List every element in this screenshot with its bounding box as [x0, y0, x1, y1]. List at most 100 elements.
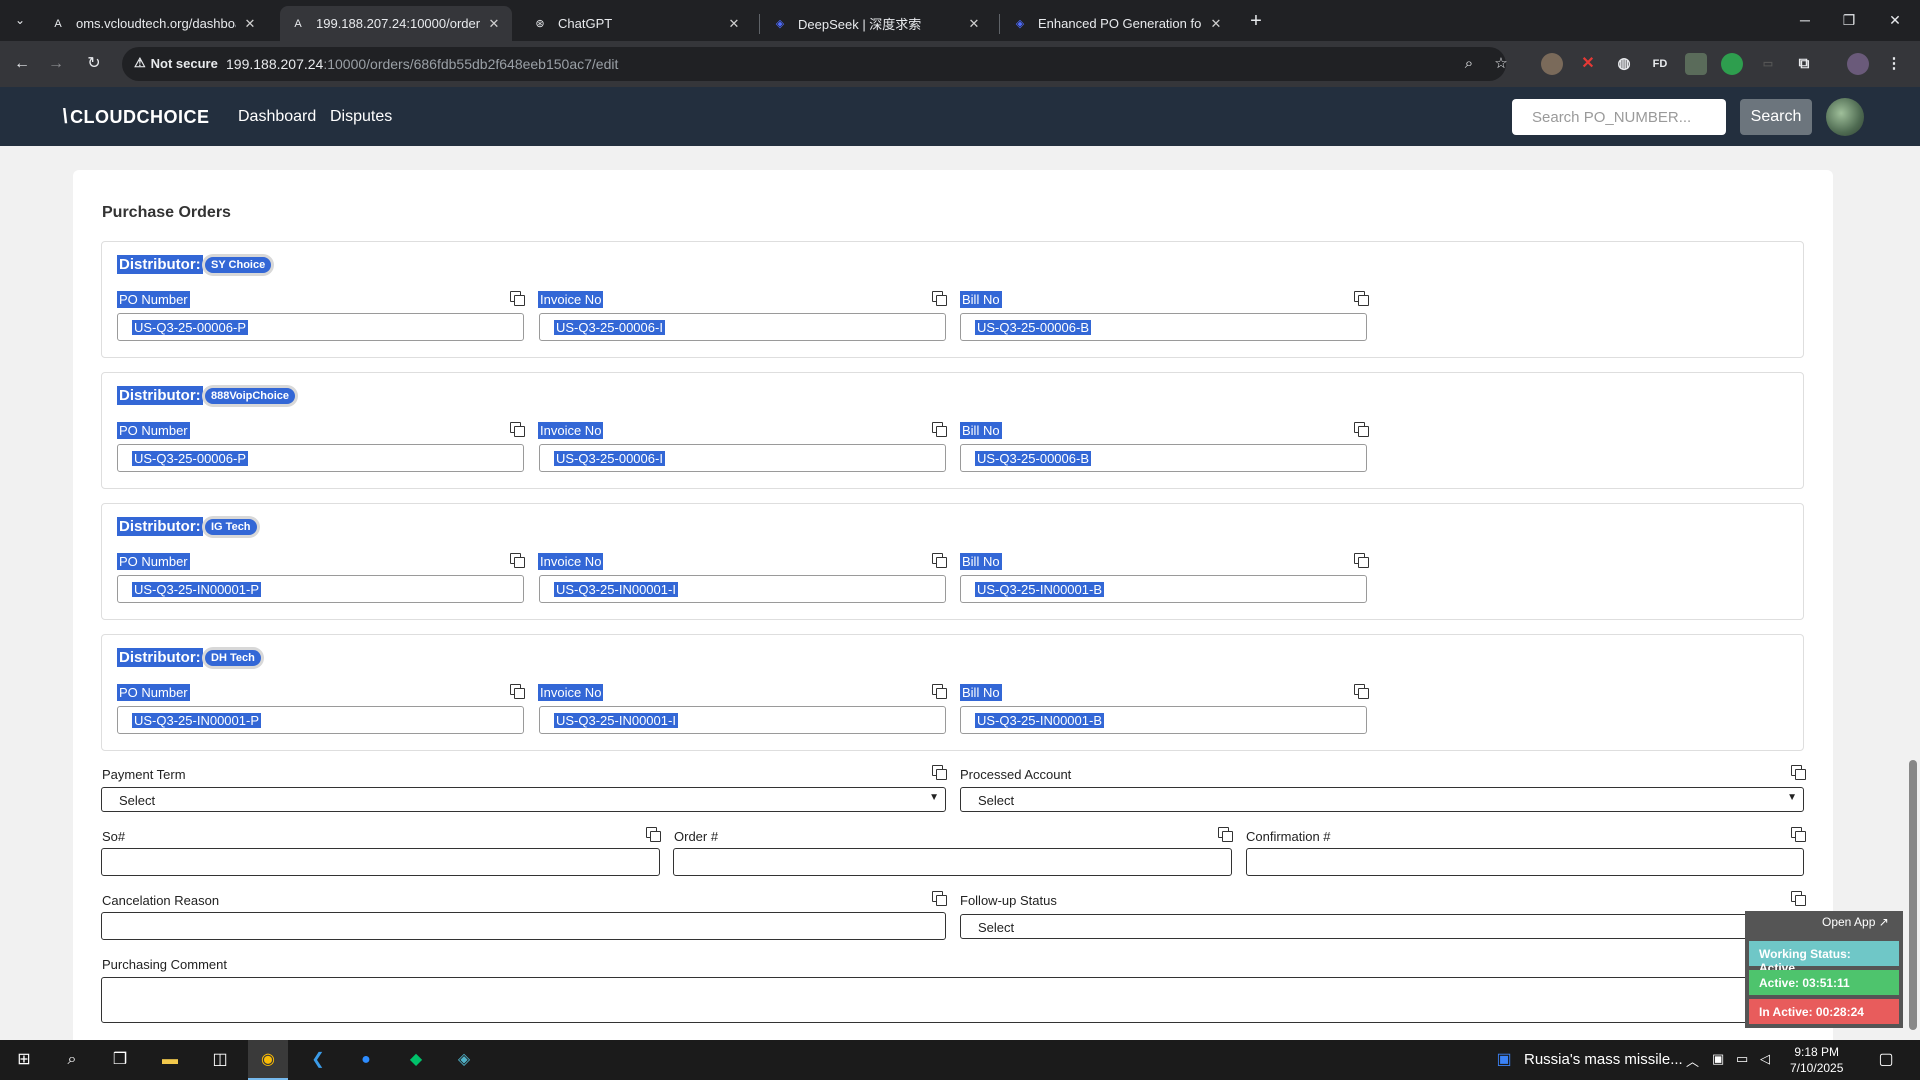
copy-icon[interactable] [1218, 827, 1233, 842]
extension-icon[interactable] [1541, 53, 1563, 75]
copy-icon[interactable] [510, 553, 525, 568]
copy-icon[interactable] [1791, 891, 1806, 906]
followup-status-select[interactable]: Select ▼ [960, 914, 1804, 939]
task-view-icon[interactable]: ❒ [108, 1048, 132, 1072]
distributor-label: Distributor: [117, 255, 203, 274]
notifications-icon[interactable]: ▢ [1874, 1048, 1898, 1072]
invoice-label: Invoice No [538, 422, 604, 439]
tab-oms-dashboard[interactable]: A oms.vcloudtech.org/dashboard ✕ [40, 6, 268, 41]
search-icon[interactable]: ⌕ [60, 1048, 84, 1072]
security-indicator[interactable]: ⚠ Not secure [134, 55, 218, 71]
copy-icon[interactable] [932, 422, 947, 437]
tab-search-chevron-icon[interactable]: ⌄ [10, 10, 30, 30]
reload-icon[interactable]: ↻ [84, 54, 104, 74]
bill-input[interactable]: US-Q3-25-IN00001-B [960, 706, 1367, 734]
nav-disputes-link[interactable]: Disputes [330, 108, 392, 126]
file-explorer-icon[interactable]: ▬ [158, 1048, 182, 1072]
copy-icon[interactable] [1791, 765, 1806, 780]
payment-term-select[interactable]: Select ▼ [101, 787, 946, 812]
address-bar[interactable]: ⚠ Not secure 199.188.207.24:10000/orders… [122, 47, 1508, 81]
close-tab-icon[interactable]: ✕ [966, 16, 982, 32]
bill-input[interactable]: US-Q3-25-00006-B [960, 313, 1367, 341]
copy-icon[interactable] [932, 684, 947, 699]
close-window-icon[interactable]: ✕ [1880, 8, 1910, 32]
zoom-app-icon[interactable]: ● [354, 1048, 378, 1072]
tab-enhanced-po[interactable]: ◈ Enhanced PO Generation for M ✕ [1002, 6, 1234, 41]
url-text[interactable]: 199.188.207.24:10000/orders/686fdb55db2f… [226, 56, 618, 72]
vscode-icon[interactable]: ❮ [306, 1048, 330, 1072]
news-headline[interactable]: Russia's mass missile... [1524, 1051, 1683, 1068]
app-icon[interactable]: ◆ [404, 1048, 428, 1072]
kebab-menu-icon[interactable]: ⋮ [1883, 53, 1905, 75]
extension-green-icon[interactable] [1721, 53, 1743, 75]
invoice-input[interactable]: US-Q3-25-IN00001-I [539, 706, 946, 734]
nav-dashboard-link[interactable]: Dashboard [238, 108, 316, 126]
copy-icon[interactable] [932, 765, 947, 780]
back-icon[interactable]: ← [12, 54, 32, 74]
so-input[interactable] [101, 848, 660, 876]
minimize-icon[interactable]: ─ [1790, 8, 1820, 32]
invoice-input[interactable]: US-Q3-25-00006-I [539, 313, 946, 341]
taskbar-clock[interactable]: 9:18 PM 7/10/2025 [1790, 1044, 1843, 1076]
copy-icon[interactable] [510, 684, 525, 699]
tab-deepseek[interactable]: ◈ DeepSeek | 深度求索 ✕ [762, 6, 992, 41]
invoice-input[interactable]: US-Q3-25-00006-I [539, 444, 946, 472]
copy-icon[interactable] [932, 291, 947, 306]
bookmark-star-icon[interactable]: ☆ [1492, 55, 1510, 73]
po-input[interactable]: US-Q3-25-IN00001-P [117, 575, 524, 603]
open-app-link[interactable]: Open App ↗ [1822, 915, 1889, 929]
purchasing-comment-textarea[interactable] [101, 977, 1804, 1023]
windows-start-icon[interactable]: ⊞ [12, 1048, 36, 1072]
copy-icon[interactable] [932, 891, 947, 906]
cancelation-reason-input[interactable] [101, 912, 946, 940]
user-avatar[interactable] [1826, 98, 1864, 136]
news-icon[interactable]: ▣ [1492, 1048, 1516, 1072]
tab-order-edit[interactable]: A 199.188.207.24:10000/orders/6 ✕ [280, 6, 512, 41]
extension-globe-icon[interactable]: ◍ [1613, 53, 1635, 75]
po-input[interactable]: US-Q3-25-00006-P [117, 444, 524, 472]
copy-icon[interactable] [932, 553, 947, 568]
copy-icon[interactable] [510, 422, 525, 437]
copy-icon[interactable] [1791, 827, 1806, 842]
copy-icon[interactable] [510, 291, 525, 306]
battery-icon[interactable]: ▭ [1736, 1051, 1748, 1067]
confirmation-input[interactable] [1246, 848, 1804, 876]
cloudchoice-logo[interactable]: \ CLOUDCHOICE [62, 106, 210, 129]
restore-icon[interactable]: ❐ [1834, 8, 1864, 32]
close-tab-icon[interactable]: ✕ [486, 16, 502, 32]
new-tab-icon[interactable]: + [1245, 10, 1267, 32]
order-input[interactable] [673, 848, 1232, 876]
chrome-icon[interactable]: ◉ [256, 1048, 280, 1072]
copy-icon[interactable] [646, 827, 661, 842]
bill-input[interactable]: US-Q3-25-00006-B [960, 444, 1367, 472]
close-tab-icon[interactable]: ✕ [726, 16, 742, 32]
processed-account-select[interactable]: Select ▼ [960, 787, 1804, 812]
zoom-icon[interactable]: ⌕ [1460, 55, 1478, 73]
invoice-input[interactable]: US-Q3-25-IN00001-I [539, 575, 946, 603]
bill-input[interactable]: US-Q3-25-IN00001-B [960, 575, 1367, 603]
close-tab-icon[interactable]: ✕ [1208, 16, 1224, 32]
extension-cast-icon[interactable]: ▭ [1757, 53, 1779, 75]
app-icon[interactable]: ◈ [452, 1048, 476, 1072]
search-button[interactable]: Search [1740, 99, 1812, 135]
copy-icon[interactable] [1354, 422, 1369, 437]
forward-icon[interactable]: → [46, 54, 66, 74]
po-input[interactable]: US-Q3-25-00006-P [117, 313, 524, 341]
extension-x-icon[interactable]: ✕ [1577, 53, 1599, 75]
copy-icon[interactable] [1354, 553, 1369, 568]
profile-avatar-icon[interactable] [1847, 53, 1869, 75]
po-input[interactable]: US-Q3-25-IN00001-P [117, 706, 524, 734]
copy-icon[interactable] [1354, 684, 1369, 699]
page-scrollbar-thumb[interactable] [1909, 760, 1917, 1030]
tab-chatgpt[interactable]: ⊛ ChatGPT ✕ [522, 6, 752, 41]
extensions-puzzle-icon[interactable]: ⧉ [1793, 53, 1815, 75]
tray-chevron-icon[interactable]: ︿ [1686, 1051, 1699, 1070]
extension-image-icon[interactable] [1685, 53, 1707, 75]
store-icon[interactable]: ◫ [208, 1048, 232, 1072]
copy-icon[interactable] [1354, 291, 1369, 306]
close-tab-icon[interactable]: ✕ [242, 16, 258, 32]
volume-icon[interactable]: ◁ [1760, 1051, 1770, 1067]
tray-app-icon[interactable]: ▣ [1712, 1051, 1724, 1067]
extension-fd-icon[interactable]: FD [1649, 53, 1671, 75]
po-search-input[interactable] [1512, 99, 1726, 135]
